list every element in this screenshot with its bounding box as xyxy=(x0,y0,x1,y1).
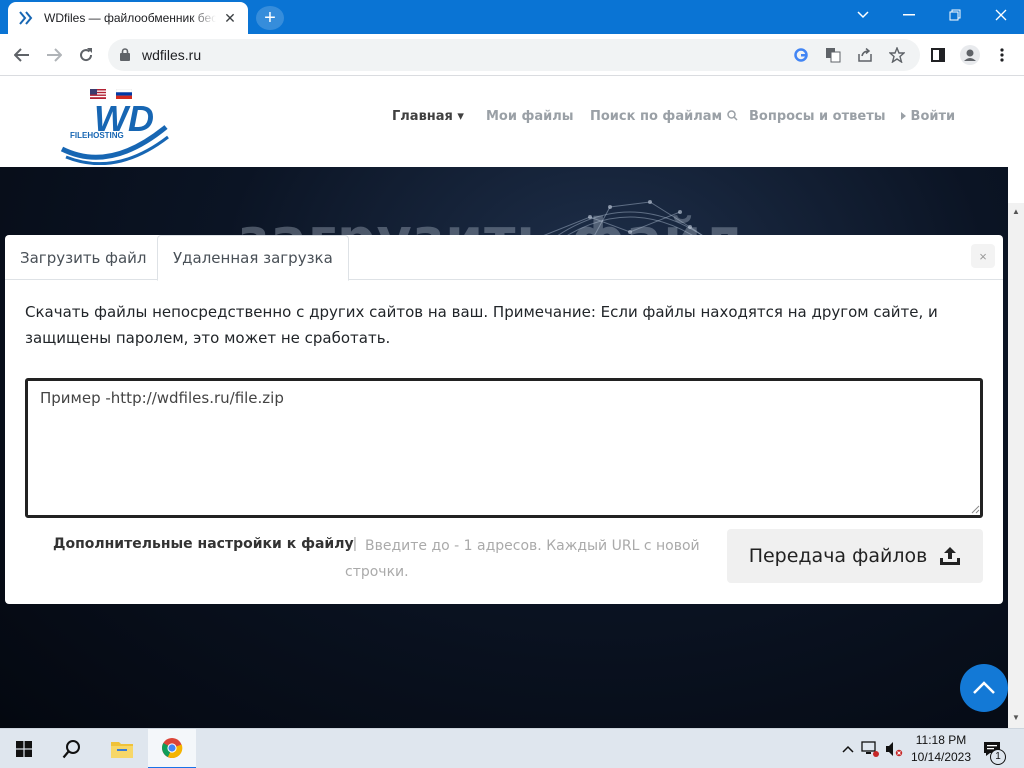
resize-grip-icon[interactable] xyxy=(971,505,980,514)
tab-close-icon[interactable]: ✕ xyxy=(222,10,238,27)
tab-title: WDfiles — файлообменник бесплатно xyxy=(44,11,216,25)
chrome-taskbar-icon[interactable] xyxy=(148,729,196,768)
scroll-down-icon[interactable]: ▼ xyxy=(1011,713,1021,723)
new-tab-button[interactable]: + xyxy=(256,6,284,30)
nav-file-search-label: Поиск по файлам xyxy=(590,109,723,124)
window-close-icon[interactable] xyxy=(978,0,1024,30)
caret-right-icon xyxy=(901,112,906,120)
site-logo[interactable]: WD FILEHOSTING xyxy=(60,87,172,166)
profile-avatar-icon[interactable] xyxy=(956,42,984,68)
search-icon xyxy=(726,110,738,121)
windows-start-icon[interactable] xyxy=(0,729,48,768)
google-lens-icon[interactable] xyxy=(790,45,812,65)
windows-taskbar: 11:18 PM 10/14/2023 1 xyxy=(0,728,1024,768)
nav-file-search[interactable]: Поиск по файлам xyxy=(590,109,738,124)
reload-icon[interactable] xyxy=(72,42,100,68)
remote-upload-description: Скачать файлы непосредственно с других с… xyxy=(25,303,938,347)
nav-my-files[interactable]: Мои файлы xyxy=(486,109,574,124)
tray-overflow-chevron-icon[interactable] xyxy=(838,739,858,759)
clock-time: 11:18 PM xyxy=(915,733,967,747)
network-icon[interactable] xyxy=(860,739,880,759)
nav-login[interactable]: Войти xyxy=(901,109,955,124)
tab-search-icon[interactable] xyxy=(840,0,886,30)
address-bar[interactable]: wdfiles.ru xyxy=(108,39,920,71)
taskbar-search-icon[interactable] xyxy=(48,729,96,768)
nav-faq[interactable]: Вопросы и ответы xyxy=(749,109,885,124)
url-limit-hint: Введите до - 1 адресов. Каждый URL с нов… xyxy=(345,538,700,580)
side-panel-icon[interactable] xyxy=(924,42,952,68)
bookmark-star-icon[interactable] xyxy=(886,45,908,65)
minimize-icon[interactable] xyxy=(886,0,932,30)
transfer-files-label: Передача файлов xyxy=(748,545,928,567)
advanced-options-link[interactable]: Дополнительные настройки к файлу xyxy=(53,536,354,552)
browser-tab[interactable]: WDfiles — файлообменник бесплатно ✕ xyxy=(8,2,248,34)
tab-upload-file[interactable]: Загрузить файл xyxy=(5,235,162,280)
lock-icon[interactable] xyxy=(120,48,130,66)
nav-login-label: Войти xyxy=(910,109,956,124)
volume-muted-icon[interactable] xyxy=(884,739,904,759)
url-text: wdfiles.ru xyxy=(142,47,202,63)
restore-icon[interactable] xyxy=(932,0,978,30)
logo-subtext: FILEHOSTING xyxy=(70,131,124,140)
browser-titlebar: WDfiles — файлообменник бесплатно ✕ + xyxy=(0,0,1024,34)
forward-arrow-icon[interactable] xyxy=(40,42,68,68)
translate-icon[interactable] xyxy=(822,45,844,65)
scroll-up-icon[interactable]: ▲ xyxy=(1011,207,1021,217)
notification-count-badge: 1 xyxy=(990,749,1006,765)
site-header: WD FILEHOSTING Главная ▾ Мои файлы Поиск… xyxy=(0,77,1008,167)
back-arrow-icon[interactable] xyxy=(8,42,36,68)
file-explorer-icon[interactable] xyxy=(98,729,146,768)
upload-icon xyxy=(940,547,961,565)
transfer-files-button[interactable]: Передача файлов xyxy=(727,529,983,583)
upload-modal: Загрузить файл Удаленная загрузка × Скач… xyxy=(5,235,1003,604)
share-icon[interactable] xyxy=(854,45,876,65)
system-clock[interactable]: 11:18 PM 10/14/2023 xyxy=(906,732,976,766)
modal-tabs: Загрузить файл Удаленная загрузка xyxy=(5,235,1003,281)
separator: | xyxy=(353,535,357,552)
modal-close-button[interactable]: × xyxy=(971,244,995,268)
clock-date: 10/14/2023 xyxy=(910,750,972,764)
chevron-up-icon xyxy=(973,681,995,694)
page-scrollbar[interactable]: ▲ ▼ xyxy=(1008,203,1024,728)
wdfiles-favicon-icon xyxy=(18,10,34,26)
tab-remote-upload[interactable]: Удаленная загрузка xyxy=(157,235,349,281)
nav-home[interactable]: Главная ▾ xyxy=(392,109,464,124)
chrome-menu-icon[interactable] xyxy=(988,42,1016,68)
remote-urls-textarea[interactable] xyxy=(25,378,983,518)
back-to-top-button[interactable] xyxy=(960,664,1008,712)
browser-toolbar: wdfiles.ru xyxy=(0,34,1024,76)
